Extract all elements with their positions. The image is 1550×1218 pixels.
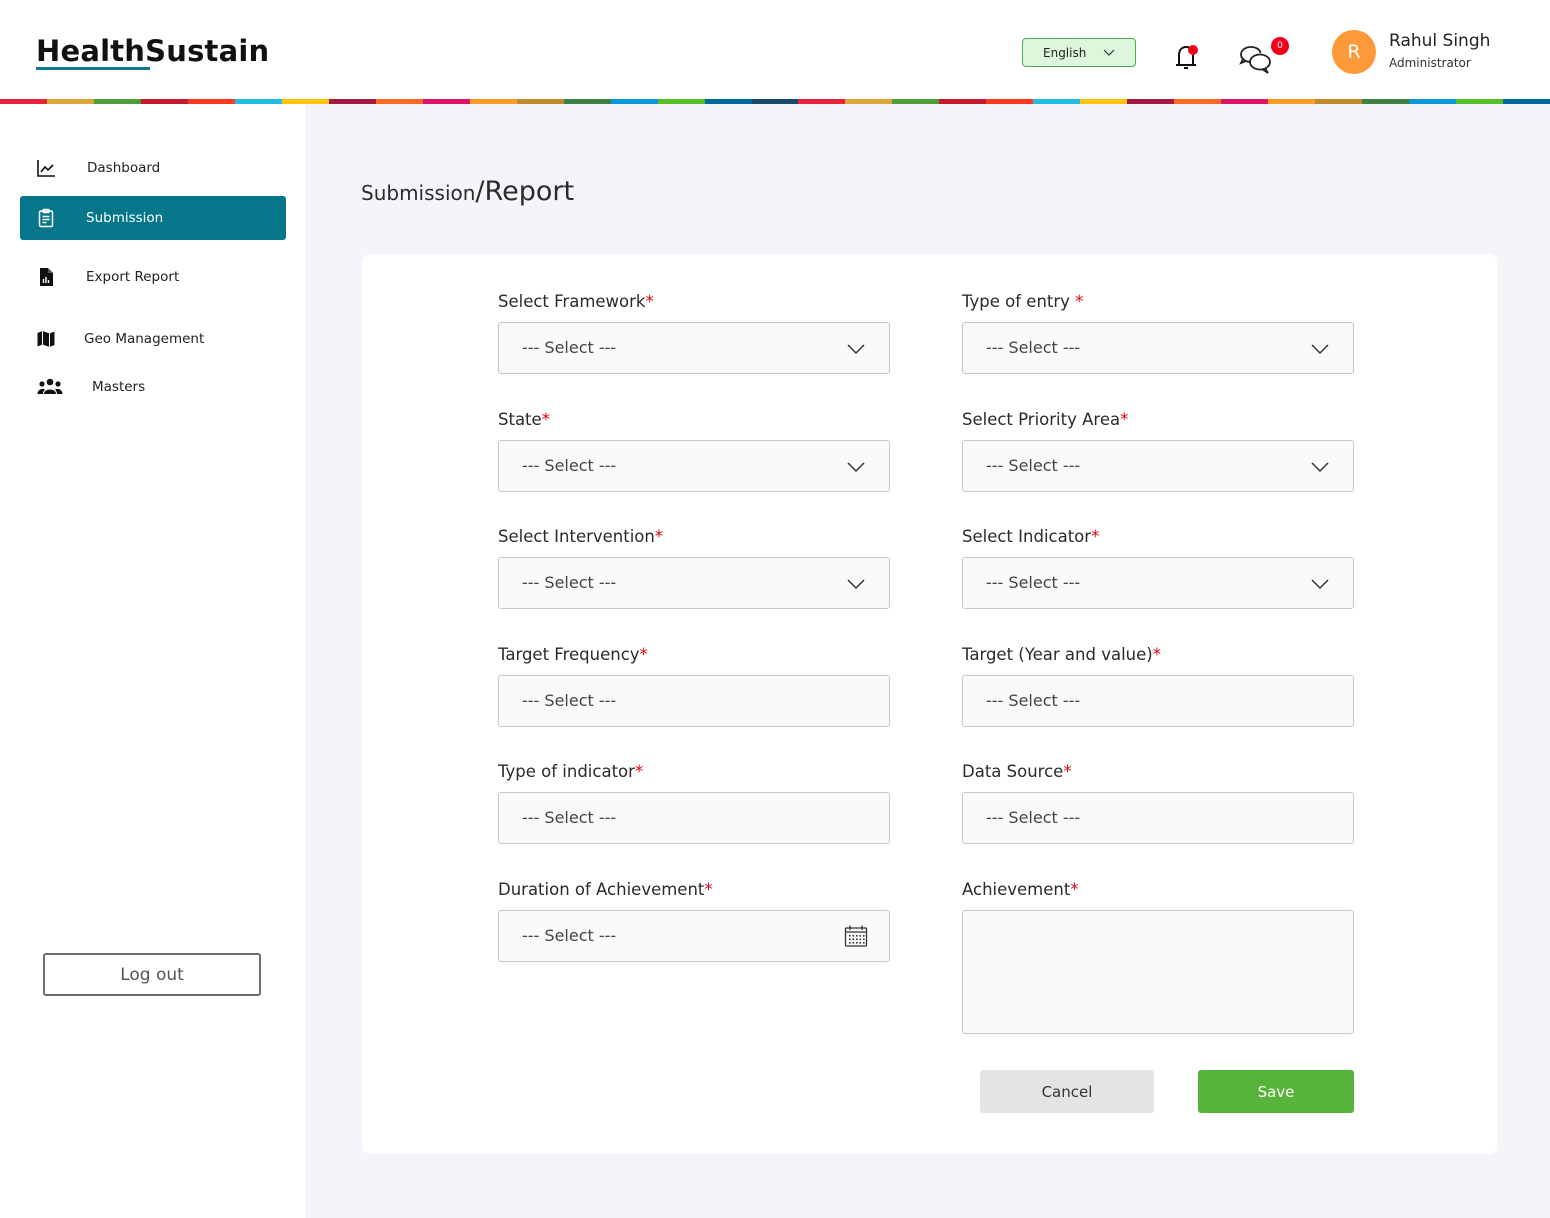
top-header: HealthSustain English 0 R Rahul Singh Ad… bbox=[0, 0, 1550, 100]
cancel-button[interactable]: Cancel bbox=[980, 1070, 1154, 1113]
duration-date-input[interactable]: --- Select --- bbox=[498, 910, 890, 962]
target-frequency-value: --- Select --- bbox=[522, 691, 617, 710]
sidebar-item-submission[interactable]: Submission bbox=[20, 196, 286, 240]
messages-badge: 0 bbox=[1271, 37, 1289, 55]
priority-area-select[interactable]: --- Select --- bbox=[962, 440, 1354, 492]
type-of-indicator-value: --- Select --- bbox=[522, 808, 617, 827]
calendar-icon[interactable] bbox=[844, 924, 868, 948]
save-button[interactable]: Save bbox=[1198, 1070, 1354, 1113]
framework-select[interactable]: --- Select --- bbox=[498, 322, 890, 374]
breadcrumb-separator: / bbox=[475, 176, 485, 207]
state-select[interactable]: --- Select --- bbox=[498, 440, 890, 492]
sidebar-item-dashboard[interactable]: Dashboard bbox=[20, 146, 286, 190]
breadcrumb-current: Report bbox=[484, 176, 575, 207]
breadcrumb: Submission/Report bbox=[361, 176, 574, 207]
logo-underline bbox=[36, 67, 150, 70]
target-year-value-value: --- Select --- bbox=[986, 691, 1081, 710]
indicator-select[interactable]: --- Select --- bbox=[962, 557, 1354, 609]
chevron-down-icon bbox=[1103, 49, 1115, 56]
app-logo[interactable]: HealthSustain bbox=[36, 34, 269, 68]
sidebar: Dashboard Submission Export Report Geo M… bbox=[0, 104, 305, 1218]
users-icon bbox=[37, 378, 63, 394]
type-of-indicator-input[interactable]: --- Select --- bbox=[498, 792, 890, 844]
chart-line-icon bbox=[37, 160, 55, 177]
type-of-entry-select[interactable]: --- Select --- bbox=[962, 322, 1354, 374]
chevron-down-icon bbox=[847, 344, 865, 355]
type-of-entry-label: Type of entry * bbox=[962, 292, 1084, 311]
chevron-down-icon bbox=[1311, 344, 1329, 355]
language-value: English bbox=[1043, 45, 1087, 60]
intervention-label: Select Intervention* bbox=[498, 527, 664, 546]
sidebar-item-label: Submission bbox=[86, 210, 164, 226]
sidebar-item-label: Dashboard bbox=[87, 160, 161, 176]
priority-area-value: --- Select --- bbox=[986, 456, 1081, 475]
map-icon bbox=[37, 331, 55, 347]
state-value: --- Select --- bbox=[522, 456, 617, 475]
framework-value: --- Select --- bbox=[522, 338, 617, 357]
priority-area-label: Select Priority Area* bbox=[962, 410, 1129, 429]
duration-value: --- Select --- bbox=[522, 926, 617, 945]
intervention-value: --- Select --- bbox=[522, 573, 617, 592]
notification-dot bbox=[1188, 45, 1198, 55]
sidebar-item-label: Export Report bbox=[86, 269, 180, 285]
data-source-label: Data Source* bbox=[962, 762, 1072, 781]
target-frequency-label: Target Frequency* bbox=[498, 645, 648, 664]
logout-button[interactable]: Log out bbox=[43, 953, 261, 996]
target-frequency-input[interactable]: --- Select --- bbox=[498, 675, 890, 727]
target-year-value-input[interactable]: --- Select --- bbox=[962, 675, 1354, 727]
duration-label: Duration of Achievement* bbox=[498, 880, 713, 899]
type-of-entry-value: --- Select --- bbox=[986, 338, 1081, 357]
data-source-value: --- Select --- bbox=[986, 808, 1081, 827]
framework-label: Select Framework* bbox=[498, 292, 654, 311]
type-of-indicator-label: Type of indicator* bbox=[498, 762, 644, 781]
achievement-label: Achievement* bbox=[962, 880, 1079, 899]
sidebar-item-label: Geo Management bbox=[84, 331, 205, 347]
state-label: State* bbox=[498, 410, 550, 429]
indicator-value: --- Select --- bbox=[986, 573, 1081, 592]
chevron-down-icon bbox=[1311, 579, 1329, 590]
messages-icon[interactable] bbox=[1238, 42, 1274, 74]
chevron-down-icon bbox=[847, 579, 865, 590]
breadcrumb-parent[interactable]: Submission bbox=[361, 181, 475, 205]
target-year-value-label: Target (Year and value)* bbox=[962, 645, 1161, 664]
user-role: Administrator bbox=[1389, 56, 1471, 70]
chevron-down-icon bbox=[1311, 462, 1329, 473]
achievement-textarea[interactable] bbox=[962, 910, 1354, 1034]
sidebar-item-export-report[interactable]: Export Report bbox=[20, 255, 286, 299]
sidebar-item-masters[interactable]: Masters bbox=[20, 365, 286, 409]
user-name: Rahul Singh bbox=[1389, 31, 1491, 51]
sidebar-item-label: Masters bbox=[92, 379, 146, 395]
chevron-down-icon bbox=[847, 462, 865, 473]
intervention-select[interactable]: --- Select --- bbox=[498, 557, 890, 609]
indicator-label: Select Indicator* bbox=[962, 527, 1100, 546]
user-avatar[interactable]: R bbox=[1332, 30, 1376, 74]
sidebar-item-geo-management[interactable]: Geo Management bbox=[20, 317, 286, 361]
language-select[interactable]: English bbox=[1022, 38, 1136, 67]
data-source-input[interactable]: --- Select --- bbox=[962, 792, 1354, 844]
clipboard-icon bbox=[38, 208, 54, 228]
file-report-icon bbox=[40, 268, 53, 286]
